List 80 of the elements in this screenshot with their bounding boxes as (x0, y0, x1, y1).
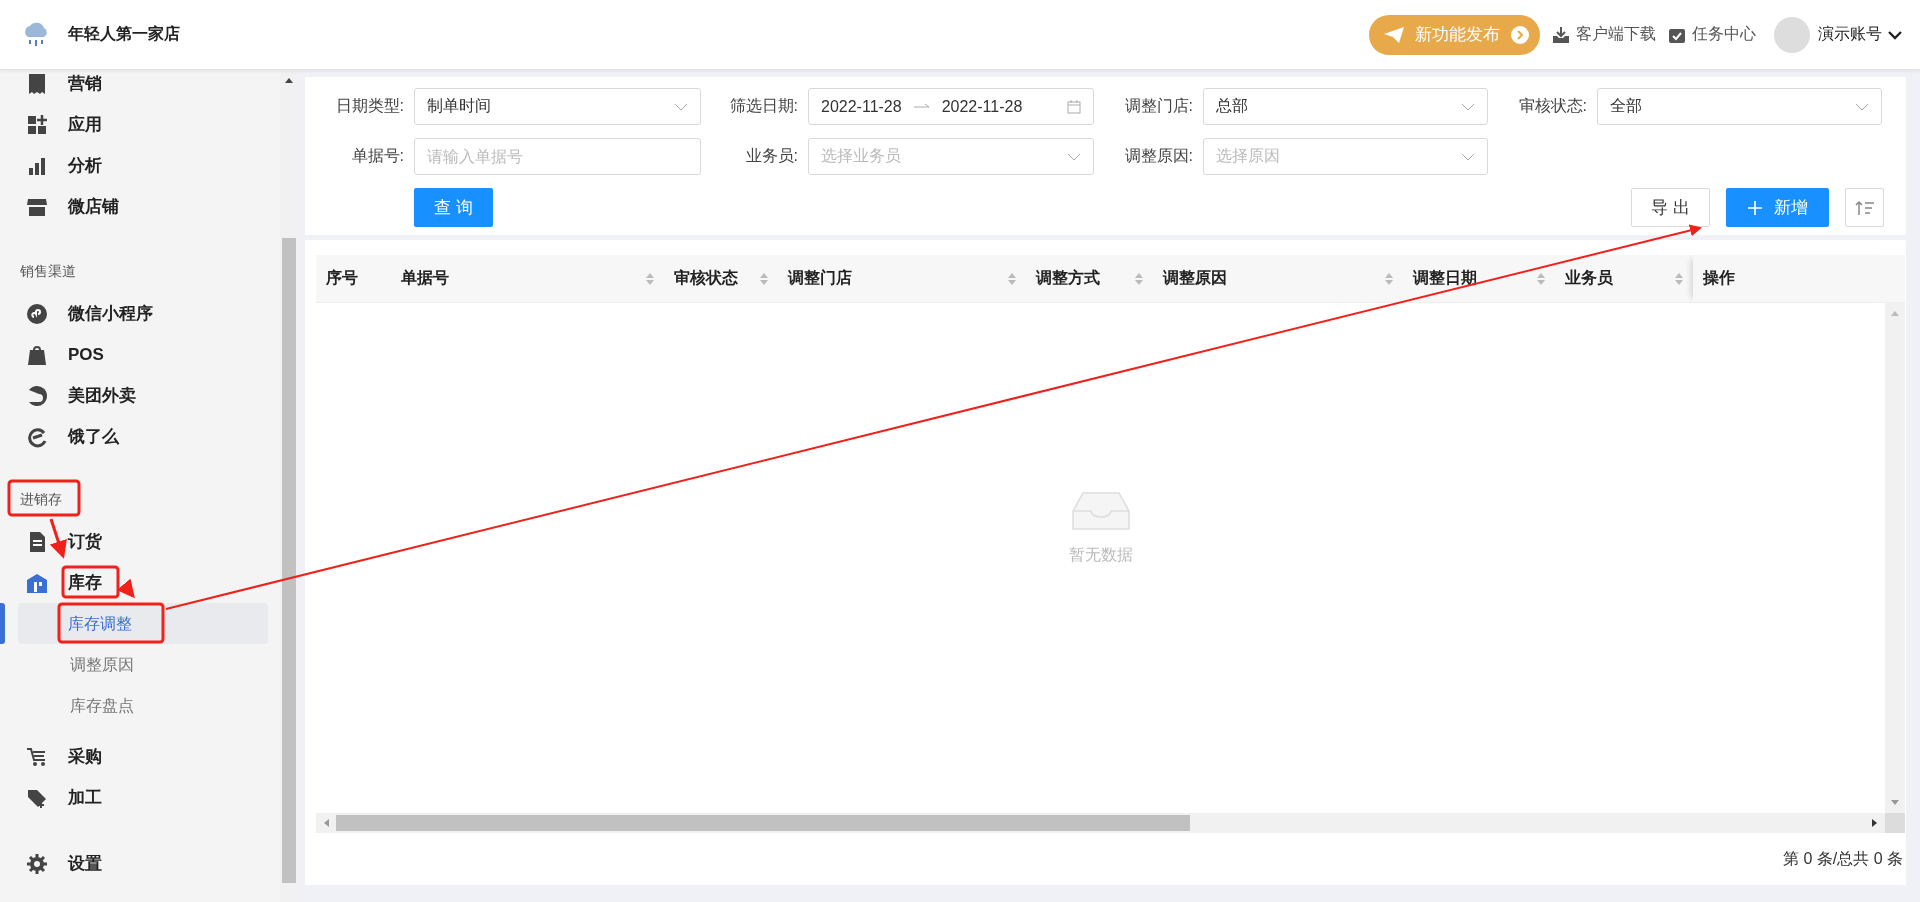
scroll-down-icon[interactable] (1890, 799, 1900, 807)
active-indicator (0, 603, 5, 644)
date-range-field[interactable]: 2022-11-28 2022-11-28 (808, 88, 1094, 125)
calendar-icon (1067, 99, 1081, 114)
filter-label: 筛选日期: (728, 96, 799, 116)
scroll-left-icon[interactable] (322, 818, 330, 828)
sidebar-item[interactable]: 营销 (0, 70, 280, 104)
sidebar-item[interactable]: 订货 (0, 521, 280, 562)
empty-inbox-icon (1070, 490, 1131, 531)
submenu-item[interactable]: 库存盘点 (18, 685, 268, 726)
filter-label: 单据号: (350, 146, 405, 166)
arrow-right-icon (913, 102, 930, 111)
scroll-up-icon[interactable] (284, 76, 294, 84)
avatar[interactable] (1774, 16, 1810, 53)
sort-arrows-icon (1008, 271, 1016, 286)
chevron-down-icon (1067, 152, 1081, 161)
empty-text: 暂无数据 (1068, 544, 1133, 565)
sidebar-item[interactable]: 微信小程序 (0, 293, 280, 334)
annotation-arrow (116, 578, 135, 599)
task-center-link[interactable]: 任务中心 (1668, 24, 1756, 45)
horizontal-scrollbar[interactable] (316, 813, 1905, 833)
filter-label: 日期类型: (334, 96, 405, 116)
column-header[interactable]: 调整方式 (1026, 255, 1153, 302)
sidebar-item[interactable]: 应用 (0, 104, 280, 145)
chevron-down-icon (1855, 102, 1869, 111)
scroll-right-icon[interactable] (1871, 818, 1879, 828)
sidebar-item[interactable]: 分析 (0, 145, 280, 186)
sidebar-item[interactable]: 库存 (0, 562, 280, 603)
sidebar-item[interactable]: 加工 (0, 777, 280, 818)
sort-arrows-icon (1385, 271, 1393, 286)
download-icon (1552, 25, 1570, 44)
table-scrollbar[interactable] (1885, 303, 1905, 813)
caret-icon (1888, 29, 1902, 40)
sidebar-item[interactable]: 设置 (0, 843, 280, 884)
column-header[interactable]: 调整门店 (778, 255, 1026, 302)
column-header: 序号 (325, 268, 359, 288)
sort-arrows-icon (1675, 271, 1683, 286)
select-field[interactable]: 总部 (1203, 88, 1488, 125)
chevron-down-icon (674, 102, 688, 111)
plus-icon (1747, 200, 1762, 215)
submenu-item[interactable]: 调整原因 (18, 644, 268, 685)
account-menu[interactable]: 演示账号 (1818, 24, 1902, 45)
pagination-text: 第 0 条/总共 0 条 (1782, 849, 1903, 869)
chevron-down-icon (1461, 152, 1475, 161)
filter-label: 审核状态: (1517, 96, 1588, 116)
sidebar-item[interactable]: 采购 (0, 736, 280, 777)
select-field[interactable]: 全部 (1597, 88, 1882, 125)
highlight-box (61, 565, 120, 599)
sort-arrows-icon (1135, 271, 1143, 286)
sort-arrows-icon (760, 271, 768, 286)
chevron-circle-icon (1510, 24, 1530, 45)
store-name: 年轻人第一家店 (68, 24, 180, 44)
export-button[interactable]: 导 出 (1631, 188, 1710, 227)
annotation-arrow (49, 518, 67, 559)
sidebar-item[interactable]: 微店铺 (0, 186, 280, 227)
sidebar-item[interactable]: 美团外卖 (0, 375, 280, 416)
scrollbar[interactable] (280, 70, 298, 902)
select-field[interactable]: 制单时间 (414, 88, 701, 125)
sort-icon (1854, 199, 1875, 216)
column-header[interactable]: 单据号 (391, 255, 664, 302)
filter-label: 调整原因: (1123, 146, 1194, 166)
scrollbar-corner (1885, 813, 1905, 833)
column-header[interactable]: 业务员 (1555, 255, 1693, 302)
column-header[interactable]: 调整原因 (1153, 255, 1403, 302)
column-header[interactable]: 调整日期 (1403, 255, 1555, 302)
section-title: 销售渠道 (20, 262, 76, 281)
sidebar-item[interactable]: POS (0, 334, 280, 375)
column-header: 操作 (1693, 255, 1885, 302)
paper-plane-icon (1383, 25, 1405, 44)
chevron-down-icon (1461, 102, 1475, 111)
sort-arrows-icon (646, 271, 654, 286)
column-header[interactable]: 审核状态 (664, 255, 778, 302)
input-field[interactable]: 请输入单据号 (414, 138, 701, 175)
section-title: 进销存 (20, 490, 62, 509)
sort-arrows-icon (1537, 271, 1545, 286)
filter-label: 业务员: (744, 146, 799, 166)
filter-label: 调整门店: (1123, 96, 1194, 116)
download-link[interactable]: 客户端下载 (1552, 24, 1656, 45)
sidebar-item[interactable]: 饿了么 (0, 416, 280, 457)
sort-button[interactable] (1845, 188, 1884, 227)
